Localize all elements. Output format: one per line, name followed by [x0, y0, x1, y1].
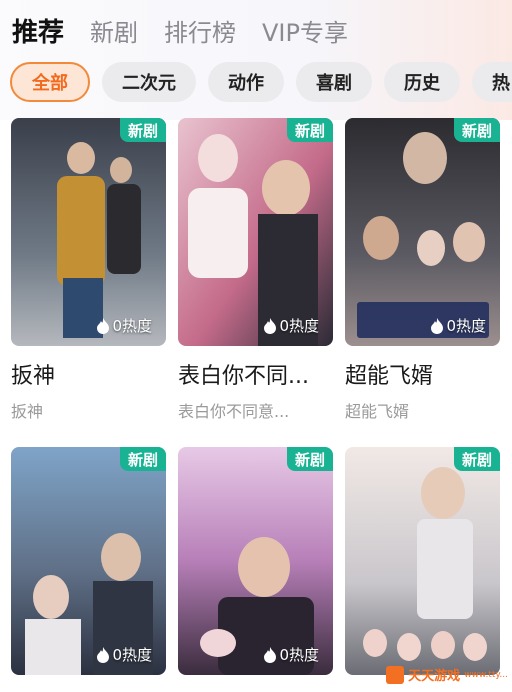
tab-vip[interactable]: VIP专享 [262, 13, 348, 48]
drama-subtitle: 扳神 [11, 402, 44, 421]
site-watermark: 天天游戏 www.tty... [386, 665, 508, 684]
drama-poster[interactable]: 新剧 0热度 [11, 118, 166, 346]
heat-indicator: 0热度 [263, 644, 319, 665]
drama-poster[interactable]: 新剧 0热度 [11, 447, 166, 675]
heat-label: 0热度 [279, 317, 319, 335]
watermark-url: www.tty... [464, 669, 508, 680]
flame-icon [97, 646, 110, 663]
new-badge: 新剧 [453, 447, 500, 471]
poster-image [178, 118, 333, 346]
tab-new-drama[interactable]: 新剧 [90, 13, 138, 48]
heat-label: 0热度 [446, 317, 486, 335]
drama-poster[interactable]: 新剧 0热度 [345, 118, 500, 346]
tab-ranking[interactable]: 排行榜 [164, 13, 236, 48]
heat-indicator: 0热度 [430, 315, 486, 336]
heat-indicator: 0热度 [96, 644, 152, 665]
flame-icon [431, 317, 444, 334]
heat-label: 0热度 [279, 646, 319, 664]
flame-icon [264, 317, 277, 334]
new-badge: 新剧 [286, 447, 333, 471]
drama-subtitle: 超能飞婿 [345, 402, 410, 421]
heat-indicator: 0热度 [263, 315, 319, 336]
chip-comedy[interactable]: 喜剧 [296, 62, 372, 102]
drama-subtitle: 表白你不同意... [178, 402, 290, 421]
poster-image [345, 447, 500, 675]
drama-title: 扳神 [11, 364, 56, 389]
drama-card[interactable]: 新剧 0热度 表白你不同... 表白你不同意... [178, 118, 333, 422]
drama-card[interactable]: 新剧 0热度 扳神 扳神 [11, 118, 166, 422]
heat-label: 0热度 [112, 646, 152, 664]
poster-image [178, 447, 333, 675]
drama-card[interactable]: 新剧 [345, 447, 500, 675]
drama-title: 表白你不同... [178, 364, 309, 389]
drama-poster[interactable]: 新剧 [345, 447, 500, 675]
chip-history[interactable]: 历史 [384, 62, 460, 102]
drama-poster[interactable]: 新剧 0热度 [178, 447, 333, 675]
new-badge: 新剧 [119, 447, 166, 471]
tab-bar: 推荐 新剧 排行榜 VIP专享 [12, 10, 374, 50]
chip-action[interactable]: 动作 [208, 62, 284, 102]
tab-recommend[interactable]: 推荐 [12, 12, 64, 49]
new-badge: 新剧 [286, 118, 333, 142]
heat-label: 0热度 [112, 317, 152, 335]
category-chips: 全部 二次元 动作 喜剧 历史 热 [10, 62, 512, 104]
flame-icon [264, 646, 277, 663]
new-badge: 新剧 [453, 118, 500, 142]
drama-poster[interactable]: 新剧 0热度 [178, 118, 333, 346]
new-badge: 新剧 [119, 118, 166, 142]
drama-title: 超能飞婿 [345, 364, 434, 389]
poster-image [345, 118, 500, 346]
drama-card[interactable]: 新剧 0热度 [11, 447, 166, 675]
drama-card[interactable]: 新剧 0热度 [178, 447, 333, 675]
chip-all[interactable]: 全部 [10, 62, 90, 102]
drama-card[interactable]: 新剧 0热度 超能飞婿 超能飞婿 [345, 118, 500, 422]
poster-image [11, 118, 166, 346]
flame-icon [97, 317, 110, 334]
heat-indicator: 0热度 [96, 315, 152, 336]
chip-anime[interactable]: 二次元 [102, 62, 196, 102]
watermark-logo-icon [386, 665, 405, 684]
poster-image [11, 447, 166, 675]
watermark-name: 天天游戏 [408, 669, 461, 684]
chip-more[interactable]: 热 [472, 62, 512, 102]
